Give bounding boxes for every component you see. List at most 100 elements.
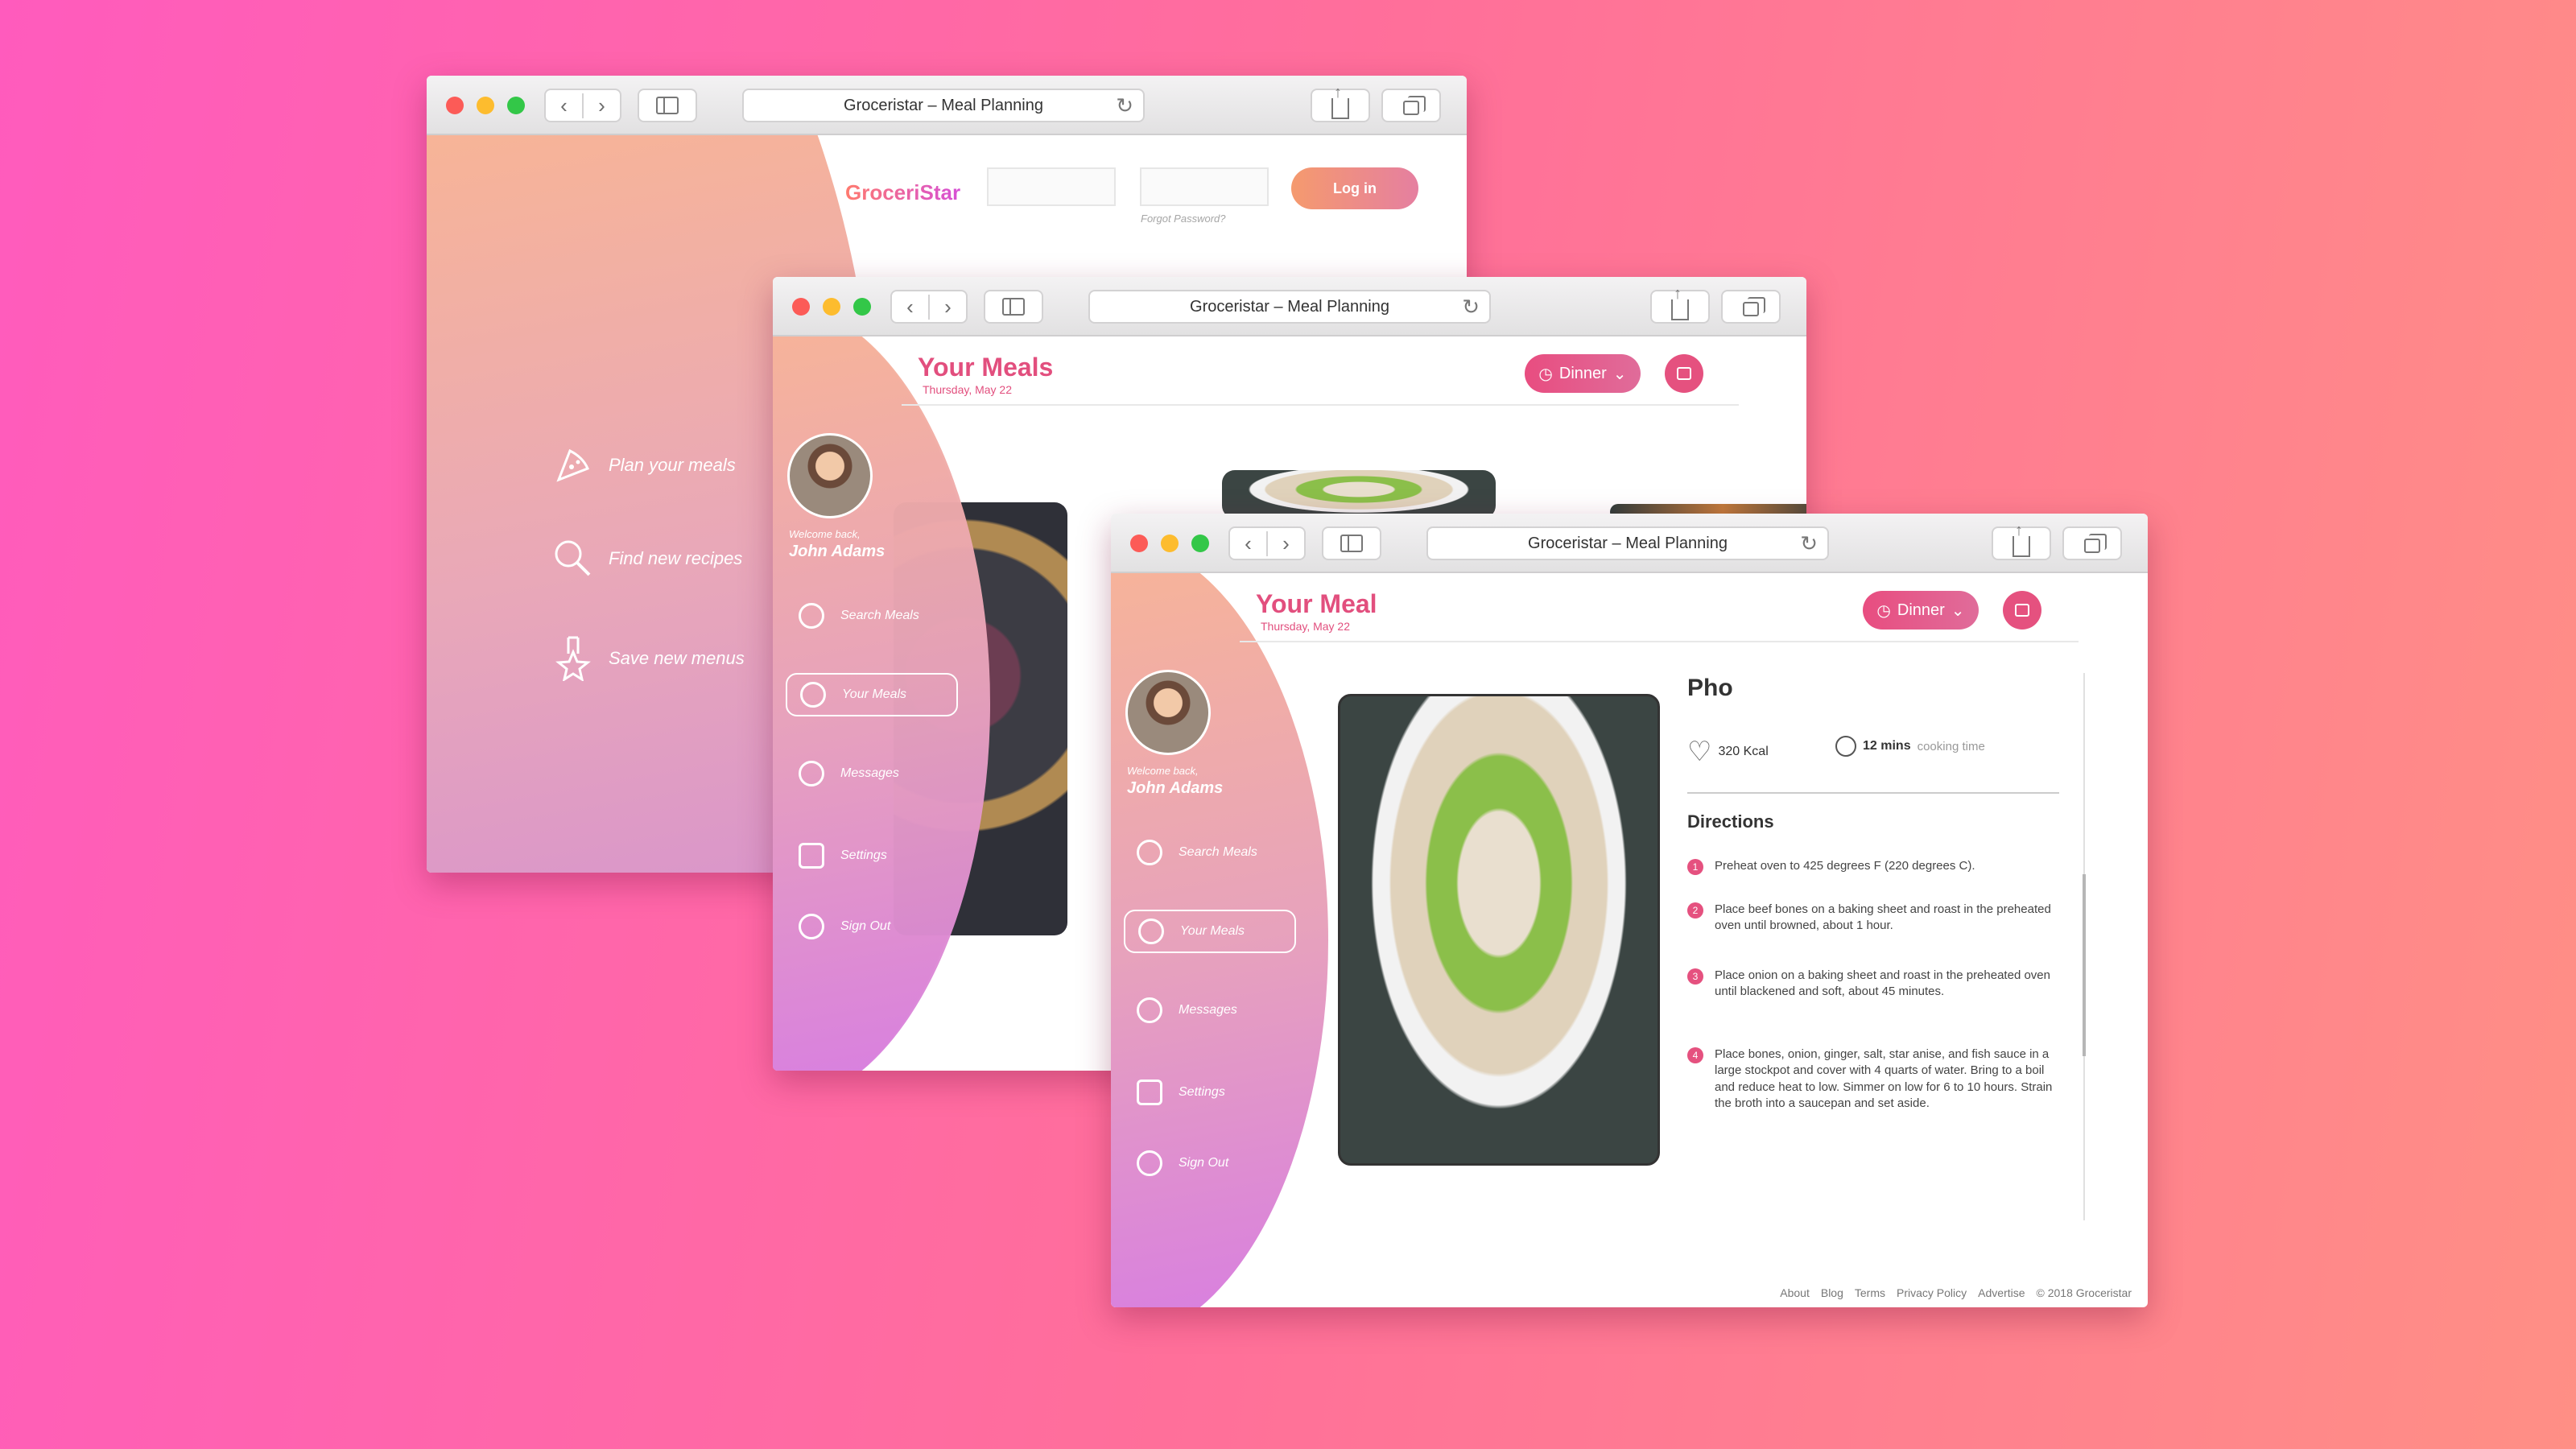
sidebar-toggle-button[interactable] [984, 290, 1043, 324]
dish-name: Pho [1687, 675, 1733, 701]
page-title: Your Meals [918, 353, 1054, 382]
forward-icon[interactable]: › [582, 93, 620, 118]
footer-link-privacy[interactable]: Privacy Policy [1897, 1286, 1967, 1299]
nav-sign-out[interactable]: Sign Out [1124, 1141, 1296, 1185]
sidebar-icon [1340, 535, 1363, 552]
zoom-window-button[interactable] [853, 298, 871, 316]
clock-icon: ◷ [1538, 365, 1553, 383]
nav-messages[interactable]: Messages [1124, 989, 1296, 1032]
address-bar[interactable]: Groceristar – Meal Planning ↻ [1426, 526, 1829, 560]
page-date: Thursday, May 22 [923, 383, 1013, 396]
share-button[interactable] [1992, 522, 2051, 560]
tabs-icon [2084, 534, 2107, 553]
tabs-icon [1743, 297, 1765, 316]
tabs-button[interactable] [2062, 526, 2122, 560]
nav-your-meals[interactable]: Your Meals [1124, 910, 1296, 953]
nav-messages[interactable]: Messages [786, 752, 958, 795]
feature-label: Save new menus [609, 648, 745, 668]
cook-time-label: cooking time [1917, 739, 1985, 753]
chevron-down-icon: ⌄ [1612, 365, 1627, 383]
address-title: Groceristar – Meal Planning [1528, 534, 1728, 552]
sidebar-toggle-button[interactable] [1322, 526, 1381, 560]
zoom-window-button[interactable] [507, 97, 525, 114]
calories-value: 320 Kcal [1718, 745, 1769, 758]
history-nav: ‹ › [544, 89, 621, 122]
forward-icon[interactable]: › [1266, 530, 1304, 556]
heart-icon: ♡ [1687, 737, 1712, 767]
step-number: 1 [1687, 859, 1703, 875]
sliders-icon [795, 840, 828, 872]
password-input[interactable] [1140, 167, 1269, 206]
cook-time-value: 12 mins [1863, 739, 1911, 753]
close-window-button[interactable] [792, 298, 810, 316]
reload-icon[interactable]: ↻ [1800, 531, 1818, 556]
meal-type-dropdown[interactable]: ◷ Dinner ⌄ [1525, 354, 1641, 393]
zoom-window-button[interactable] [1191, 535, 1209, 552]
nav-search-meals[interactable]: Search Meals [786, 594, 958, 638]
back-icon[interactable]: ‹ [892, 295, 928, 320]
browser-toolbar: ‹ › Groceristar – Meal Planning ↻ [773, 277, 1806, 336]
search-icon [795, 600, 828, 632]
address-bar[interactable]: Groceristar – Meal Planning ↻ [742, 89, 1145, 122]
forward-icon[interactable]: › [928, 294, 966, 320]
share-button[interactable] [1650, 285, 1710, 324]
login-button[interactable]: Log in [1291, 167, 1418, 209]
feature-label: Plan your meals [609, 455, 736, 475]
tabs-button[interactable] [1381, 89, 1441, 122]
avatar[interactable] [787, 433, 873, 518]
back-icon[interactable]: ‹ [1230, 531, 1266, 556]
calendar-button[interactable] [1665, 354, 1703, 393]
sliders-icon [1133, 1076, 1166, 1108]
nav-settings[interactable]: Settings [786, 834, 958, 877]
footer-link-blog[interactable]: Blog [1821, 1286, 1843, 1299]
header-divider [902, 404, 1739, 406]
reload-icon[interactable]: ↻ [1116, 93, 1133, 118]
nav-label: Search Meals [1179, 845, 1257, 859]
tabs-button[interactable] [1721, 290, 1781, 324]
address-bar[interactable]: Groceristar – Meal Planning ↻ [1088, 290, 1491, 324]
scrollbar-thumb[interactable] [2083, 874, 2086, 1056]
meal-card-image[interactable] [1222, 470, 1496, 518]
cook-time-stat: 12 mins cooking time [1835, 736, 1985, 757]
forgot-password-link[interactable]: Forgot Password? [1141, 213, 1226, 225]
search-icon [1133, 836, 1166, 869]
avatar[interactable] [1125, 670, 1211, 755]
nav-label: Settings [840, 848, 887, 862]
nav-label: Search Meals [840, 609, 919, 622]
browser-toolbar: ‹ › Groceristar – Meal Planning ↻ [427, 76, 1467, 135]
cupcake-icon [797, 679, 829, 711]
close-window-button[interactable] [446, 97, 464, 114]
direction-step: 4 Place bones, onion, ginger, salt, star… [1687, 1046, 2058, 1112]
nav-settings[interactable]: Settings [1124, 1071, 1296, 1114]
directions-heading: Directions [1687, 811, 1774, 832]
nav-your-meals[interactable]: Your Meals [786, 673, 958, 716]
brand-logo: GroceriStar [845, 180, 961, 204]
feature-save-menus: Save new menus [552, 636, 745, 681]
step-text: Preheat oven to 425 degrees F (220 degre… [1715, 859, 1975, 873]
history-nav: ‹ › [1228, 526, 1306, 560]
nav-search-meals[interactable]: Search Meals [1124, 831, 1296, 874]
footer-link-terms[interactable]: Terms [1855, 1286, 1885, 1299]
page-date: Thursday, May 22 [1261, 620, 1351, 633]
feature-find-recipes: Find new recipes [552, 538, 742, 580]
reload-icon[interactable]: ↻ [1462, 295, 1480, 320]
share-button[interactable] [1311, 84, 1370, 122]
close-window-button[interactable] [1130, 535, 1148, 552]
minimize-window-button[interactable] [477, 97, 494, 114]
back-icon[interactable]: ‹ [546, 93, 582, 118]
footer-link-about[interactable]: About [1780, 1286, 1810, 1299]
history-nav: ‹ › [890, 290, 968, 324]
meal-type-dropdown[interactable]: ◷ Dinner ⌄ [1863, 591, 1979, 630]
feature-label: Find new recipes [609, 548, 743, 568]
sidebar-toggle-button[interactable] [638, 89, 697, 122]
nav-sign-out[interactable]: Sign Out [786, 905, 958, 948]
calendar-button[interactable] [2003, 591, 2041, 630]
username-input[interactable] [987, 167, 1116, 206]
minimize-window-button[interactable] [823, 298, 840, 316]
chevron-down-icon: ⌄ [1951, 601, 1965, 620]
power-icon [1133, 1147, 1166, 1179]
calories-stat: ♡ 320 Kcal [1687, 736, 1769, 768]
step-text: Place bones, onion, ginger, salt, star a… [1715, 1047, 2053, 1110]
minimize-window-button[interactable] [1161, 535, 1179, 552]
footer-link-advertise[interactable]: Advertise [1978, 1286, 2025, 1299]
